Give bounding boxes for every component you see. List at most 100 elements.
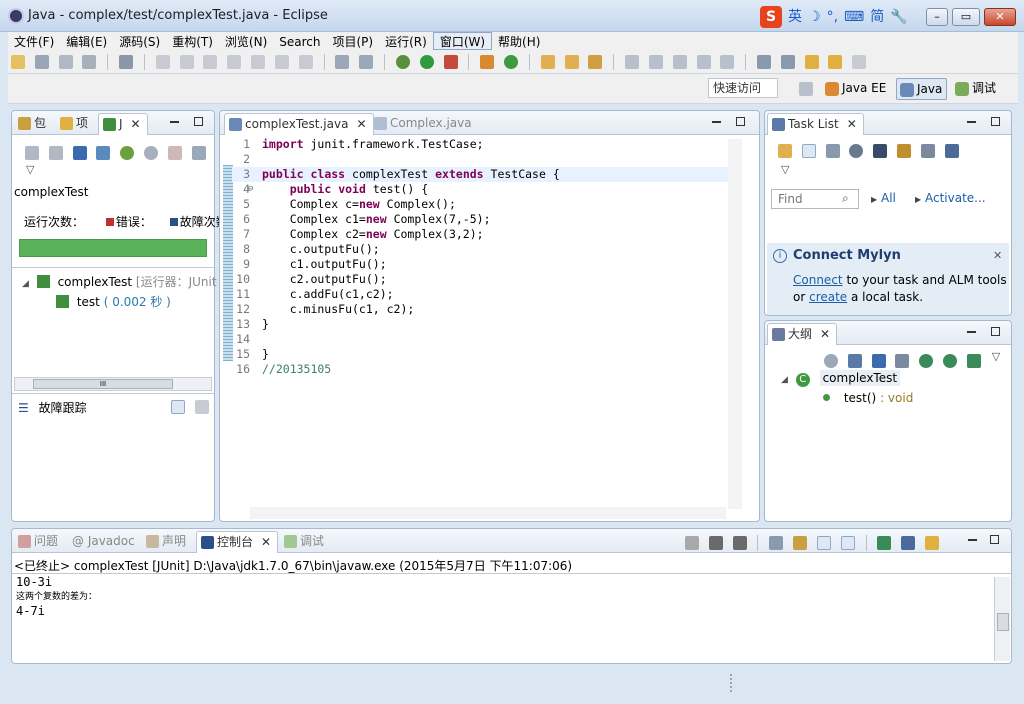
show-stdout-icon[interactable] xyxy=(816,536,831,550)
tab-complex-java[interactable]: Complex.java xyxy=(370,113,478,135)
console-output[interactable]: 10-3i 这两个复数的差为： 4-7i xyxy=(16,575,97,619)
sync-icon[interactable] xyxy=(920,144,935,158)
menu-window[interactable]: 窗口(W) xyxy=(432,32,493,50)
remove-all-terminated-icon[interactable] xyxy=(732,536,747,550)
run-external-icon[interactable] xyxy=(443,55,458,69)
show-stderr-icon[interactable] xyxy=(840,536,855,550)
show-whitespace-icon[interactable] xyxy=(720,55,735,69)
disconnect-icon[interactable] xyxy=(227,55,242,69)
sort-icon[interactable] xyxy=(871,354,886,368)
scheduled-icon[interactable] xyxy=(825,144,840,158)
tab-console[interactable]: 控制台 ✕ xyxy=(196,531,279,553)
view-menu-icon[interactable]: ▽ xyxy=(781,163,789,176)
code-line[interactable]: 5 Complex c=new Complex(); xyxy=(232,197,728,212)
code-line[interactable]: 2 xyxy=(232,152,728,167)
open-console-icon[interactable] xyxy=(359,55,374,69)
maximize-view-icon[interactable] xyxy=(194,117,203,126)
back-icon[interactable] xyxy=(828,55,843,69)
wrench-icon[interactable]: 🔧 xyxy=(890,9,907,25)
view-menu-icon[interactable]: ▽ xyxy=(26,163,34,176)
ime-lang-button[interactable]: 英 xyxy=(788,6,802,26)
skip-breakpoints-icon[interactable] xyxy=(119,55,134,69)
tab-task-list[interactable]: Task List ✕ xyxy=(767,113,864,135)
sogou-logo-icon[interactable]: S xyxy=(760,6,782,28)
tab-project-explorer[interactable]: 项 xyxy=(56,113,94,135)
hide-local-types-icon[interactable] xyxy=(966,354,981,368)
tab-outline[interactable]: 大纲 ✕ xyxy=(767,323,838,345)
close-tab-icon[interactable]: ✕ xyxy=(261,535,271,549)
search-icon[interactable]: ⌕ xyxy=(842,191,849,206)
minimize-view-icon[interactable] xyxy=(967,121,976,123)
collapse-all-icon[interactable] xyxy=(897,144,912,158)
tab-javadoc[interactable]: @ Javadoc xyxy=(66,531,141,553)
code-line[interactable]: 10 c2.outputFu(); xyxy=(232,272,728,287)
maximize-view-icon[interactable] xyxy=(991,327,1000,336)
save-icon[interactable] xyxy=(34,55,49,69)
prev-edit-icon[interactable] xyxy=(780,55,795,69)
block-selection-icon[interactable] xyxy=(696,55,711,69)
new-icon[interactable] xyxy=(11,55,25,69)
horizontal-scrollbar[interactable]: III xyxy=(14,377,212,391)
maximize-view-icon[interactable] xyxy=(990,535,999,544)
new-java-project-icon[interactable] xyxy=(480,55,495,69)
test-tree-row-class[interactable]: ◢ complexTest [运行器：JUnit xyxy=(22,273,217,290)
categorized-icon[interactable] xyxy=(801,144,816,158)
prev-failure-icon[interactable] xyxy=(48,146,63,160)
open-console-menu-icon[interactable] xyxy=(925,536,940,550)
code-line[interactable]: 14 xyxy=(232,332,728,347)
stop-test-icon[interactable] xyxy=(167,146,182,160)
tab-junit[interactable]: J ✕ xyxy=(98,113,148,135)
scroll-lock-icon[interactable] xyxy=(793,536,808,550)
collapse-all-icon[interactable] xyxy=(847,354,862,368)
perspective-java-ee[interactable]: Java EE xyxy=(822,78,890,100)
forward-icon[interactable] xyxy=(852,55,867,69)
code-line[interactable]: 6 Complex c1=new Complex(7,-5); xyxy=(232,212,728,227)
close-tab-icon[interactable]: ✕ xyxy=(356,117,366,131)
rerun-failed-icon[interactable] xyxy=(144,146,159,160)
code-line[interactable]: 11 c.addFu(c1,c2); xyxy=(232,287,728,302)
menu-edit[interactable]: 编辑(E) xyxy=(60,33,113,51)
test-tree-row-method[interactable]: test ( 0.002 秒 ) xyxy=(56,293,171,310)
code-line[interactable]: 3 public class complexTest extends TestCa… xyxy=(232,167,728,182)
menu-source[interactable]: 源码(S) xyxy=(113,33,166,51)
close-tab-icon[interactable]: ✕ xyxy=(131,117,141,131)
minimize-view-icon[interactable] xyxy=(967,331,976,333)
open-task-icon[interactable] xyxy=(564,55,579,69)
code-line[interactable]: 13} xyxy=(232,317,728,332)
scroll-thumb[interactable] xyxy=(997,613,1009,631)
terminate-icon[interactable] xyxy=(203,55,218,69)
tab-declaration[interactable]: 声明 xyxy=(142,531,192,553)
hide-static-icon[interactable] xyxy=(919,354,934,368)
activate-link[interactable]: ▶ Activate... xyxy=(915,191,986,205)
expand-arrow-icon[interactable]: ◢ xyxy=(781,375,788,385)
menu-search[interactable]: Search xyxy=(273,33,326,51)
run-icon[interactable] xyxy=(419,55,434,69)
code-line[interactable]: 12 c.minusFu(c1, c2); xyxy=(232,302,728,317)
code-line[interactable]: 16 //20135105 xyxy=(232,362,728,377)
clear-console-icon[interactable] xyxy=(769,536,784,550)
menu-file[interactable]: 文件(F) xyxy=(8,33,60,51)
new-class-icon[interactable] xyxy=(504,55,519,69)
terminate-console-icon[interactable] xyxy=(685,536,699,550)
quick-access-field[interactable]: 快速访问 xyxy=(708,78,778,98)
print-icon[interactable] xyxy=(82,55,97,69)
close-window-button[interactable]: ✕ xyxy=(984,8,1016,26)
minimize-button[interactable]: – xyxy=(926,8,948,26)
code-area[interactable]: 1 import junit.framework.TestCase; 2 3 publi… xyxy=(232,137,732,497)
create-link[interactable]: create xyxy=(809,290,847,304)
annotation-next-icon[interactable] xyxy=(625,55,640,69)
close-tab-icon[interactable]: ✕ xyxy=(847,117,857,131)
compare-result-icon[interactable] xyxy=(195,400,209,414)
hide-completed-icon[interactable] xyxy=(873,144,888,158)
next-failure-icon[interactable] xyxy=(25,146,39,160)
open-perspective-icon[interactable] xyxy=(799,82,813,96)
code-line[interactable]: 15} xyxy=(232,347,728,362)
close-tab-icon[interactable]: ✕ xyxy=(820,327,830,341)
debug-icon[interactable] xyxy=(395,55,410,69)
close-mylyn-icon[interactable]: ✕ xyxy=(993,249,1002,262)
scroll-lock-icon[interactable] xyxy=(96,146,111,160)
console-scrollbar[interactable] xyxy=(994,577,1010,661)
scroll-thumb[interactable]: III xyxy=(33,379,173,389)
code-line[interactable]: 8 c.outputFu(); xyxy=(232,242,728,257)
code-line[interactable]: 4 ⊖ public void test() { xyxy=(232,182,728,197)
